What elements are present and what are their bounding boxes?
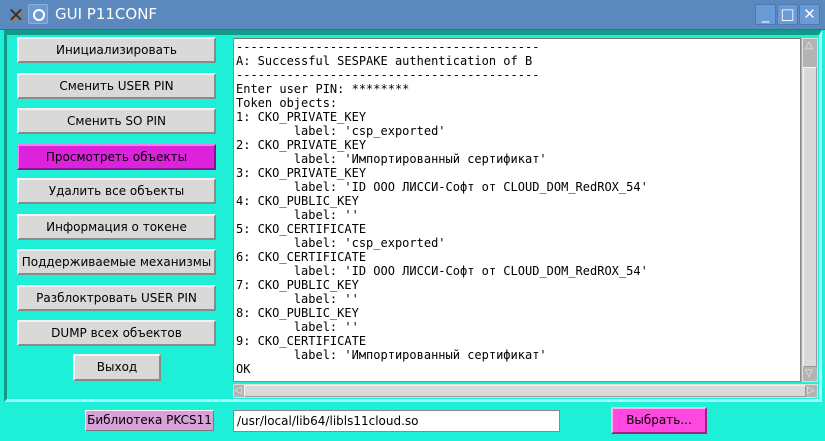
vertical-scroll-thumb[interactable] [803,67,817,367]
library-path-input[interactable] [233,410,560,432]
vertical-scrollbar[interactable]: △ ▽ [802,38,818,382]
window-menu-button[interactable] [28,4,48,24]
output-line: label: '' [236,320,359,334]
maximize-button[interactable]: □ [777,4,798,25]
action-button[interactable]: Информация о токене [17,214,216,240]
choose-library-button[interactable]: Выбрать... [611,407,707,434]
output-line: label: 'ID ООО ЛИССИ-Софт от CLOUD_DOM_R… [236,264,648,278]
output-line: label: 'ID ООО ЛИССИ-Софт от CLOUD_DOM_R… [236,180,648,194]
output-line: label: 'Импортированный сертификат' [236,152,547,166]
action-button[interactable]: Разблоктровать USER PIN [17,285,216,311]
output-line: label: '' [236,292,359,306]
output-line: 1: CKO_PRIVATE_KEY [236,110,367,124]
scroll-right-icon[interactable]: ▷ [807,386,815,396]
app-x-icon: ✕ [7,3,25,27]
output-line: A: Successful SESPAKE authentication of … [236,54,533,68]
output-line: 8: CKO_PUBLIC_KEY [236,306,359,320]
exit-button[interactable]: Выход [73,354,161,381]
output-line: 5: CKO_CERTIFICATE [236,222,367,236]
output-line: OK [236,362,251,376]
action-button[interactable]: Поддерживаемые механизмы [17,249,216,275]
output-line: label: '' [236,208,359,222]
output-line: 7: CKO_PUBLIC_KEY [236,278,359,292]
horizontal-scroll-thumb[interactable] [244,385,806,397]
minimize-button[interactable]: _ [755,4,776,25]
library-label: Библиотека PKCS11 [85,410,214,431]
title-bar: ✕ GUI P11CONF _ □ ✕ [0,0,825,30]
output-line: 3: CKO_PRIVATE_KEY [236,166,367,180]
output-line: ----------------------------------------… [236,68,540,82]
close-button[interactable]: ✕ [799,4,820,25]
action-button[interactable]: Удалить все объекты [17,178,216,204]
scroll-down-icon[interactable]: ▽ [805,369,813,379]
window-title: GUI P11CONF [55,5,158,23]
action-button[interactable]: Просмотреть объекты [17,144,216,170]
output-line: 9: CKO_CERTIFICATE [236,334,367,348]
output-line: Token objects: [236,96,338,110]
output-line: Enter user PIN: ******** [236,82,410,96]
output-line: label: 'csp_exported' [236,236,446,250]
output-line: 6: CKO_CERTIFICATE [236,250,367,264]
output-line: label: 'Импортированный сертификат' [236,348,547,362]
output-line: 4: CKO_PUBLIC_KEY [236,194,359,208]
action-button[interactable]: Сменить SO PIN [17,108,216,134]
output-text-area[interactable]: ----------------------------------------… [233,38,801,382]
output-line: 2: CKO_PRIVATE_KEY [236,138,367,152]
horizontal-scrollbar[interactable]: ◁ ▷ [233,384,818,398]
action-button[interactable]: Инициализировать [17,37,216,63]
action-button[interactable]: Сменить USER PIN [17,73,216,99]
scroll-up-icon[interactable]: △ [805,41,813,51]
scroll-left-icon[interactable]: ◁ [234,386,242,396]
action-button[interactable]: DUMP всех объектов [17,320,216,346]
output-line: ----------------------------------------… [236,40,540,54]
output-line: label: 'csp_exported' [236,124,446,138]
